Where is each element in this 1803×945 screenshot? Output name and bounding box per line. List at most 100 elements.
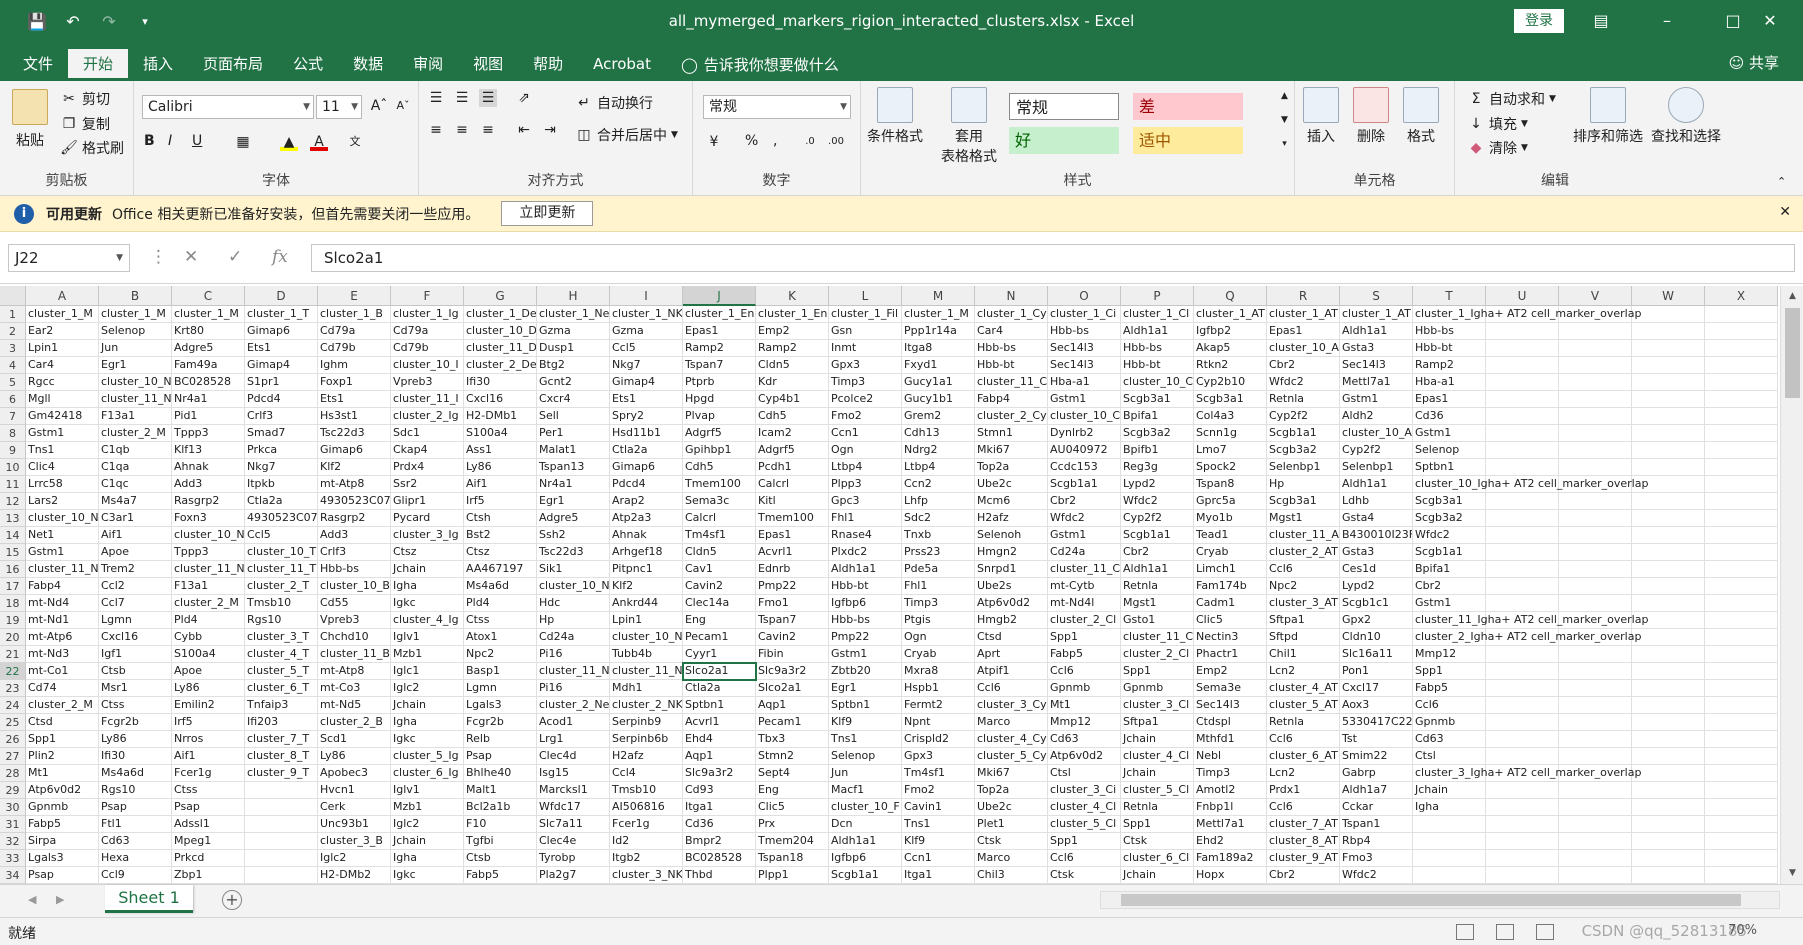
grid-cell-G6[interactable]: Cxcl16 xyxy=(464,391,537,408)
grid-cell-C8[interactable]: Tppp3 xyxy=(172,425,245,442)
grid-cell-C29[interactable]: Ctss xyxy=(172,782,245,799)
grid-cell-B20[interactable]: Cxcl16 xyxy=(99,629,172,646)
close-icon[interactable]: ✕ xyxy=(1737,0,1803,42)
grid-cell-P3[interactable]: Hbb-bs xyxy=(1121,340,1194,357)
grid-cell-Q26[interactable]: Mthfd1 xyxy=(1194,731,1267,748)
grid-cell-D19[interactable]: Rgs10 xyxy=(245,612,318,629)
grid-cell-H30[interactable]: Wfdc17 xyxy=(537,799,610,816)
grid-cell-G13[interactable]: Ctsh xyxy=(464,510,537,527)
grid-cell-I8[interactable]: Hsd11b1 xyxy=(610,425,683,442)
grid-cell-F19[interactable]: cluster_4_Ig xyxy=(391,612,464,629)
grid-cell-U22[interactable] xyxy=(1486,663,1559,680)
grid-cell-F14[interactable]: cluster_3_Ig xyxy=(391,527,464,544)
grid-cell-L11[interactable]: Plpp3 xyxy=(829,476,902,493)
column-header-N[interactable]: N xyxy=(975,286,1048,306)
grid-cell-R7[interactable]: Cyp2f2 xyxy=(1267,408,1340,425)
grid-cell-Q7[interactable]: Col4a3 xyxy=(1194,408,1267,425)
grid-cell-N20[interactable]: Ctsd xyxy=(975,629,1048,646)
row-header[interactable]: 3 xyxy=(0,340,26,357)
row-header[interactable]: 34 xyxy=(0,867,26,884)
grid-cell-E7[interactable]: Hs3st1 xyxy=(318,408,391,425)
grid-cell-E5[interactable]: Foxp1 xyxy=(318,374,391,391)
grid-cell-W5[interactable] xyxy=(1632,374,1705,391)
grid-cell-I6[interactable]: Ets1 xyxy=(610,391,683,408)
grid-cell-E26[interactable]: Scd1 xyxy=(318,731,391,748)
scroll-up-icon[interactable]: ▲ xyxy=(1785,289,1800,304)
grid-cell-H1[interactable]: cluster_1_Ne xyxy=(537,306,610,323)
grid-cell-H3[interactable]: Dusp1 xyxy=(537,340,610,357)
grid-cell-U9[interactable] xyxy=(1486,442,1559,459)
grid-cell-W2[interactable] xyxy=(1632,323,1705,340)
grid-cell-E16[interactable]: Hbb-bs xyxy=(318,561,391,578)
grid-cell-R19[interactable]: Sftpa1 xyxy=(1267,612,1340,629)
grid-cell-E11[interactable]: mt-Atp8 xyxy=(318,476,391,493)
grid-cell-S13[interactable]: Gsta4 xyxy=(1340,510,1413,527)
grid-cell-B2[interactable]: Selenop xyxy=(99,323,172,340)
grid-cell-C14[interactable]: cluster_10_N xyxy=(172,527,245,544)
scroll-down-icon[interactable]: ▼ xyxy=(1785,866,1800,881)
row-header[interactable]: 8 xyxy=(0,425,26,442)
grid-cell-U2[interactable] xyxy=(1486,323,1559,340)
grid-cell-M20[interactable]: Ogn xyxy=(902,629,975,646)
grid-cell-L33[interactable]: Igfbp6 xyxy=(829,850,902,867)
grid-cell-L34[interactable]: Scgb1a1 xyxy=(829,867,902,884)
grid-cell-W18[interactable] xyxy=(1632,595,1705,612)
grid-cell-S4[interactable]: Sec14l3 xyxy=(1340,357,1413,374)
grid-cell-J23[interactable]: Ctla2a xyxy=(683,680,756,697)
grid-cell-T27[interactable]: Ctsl xyxy=(1413,748,1486,765)
style-bad[interactable]: 差 xyxy=(1133,93,1243,120)
grid-cell-N2[interactable]: Car4 xyxy=(975,323,1048,340)
grid-cell-M28[interactable]: Tm4sf1 xyxy=(902,765,975,782)
grid-cell-T15[interactable]: Scgb1a1 xyxy=(1413,544,1486,561)
column-header-M[interactable]: M xyxy=(902,286,975,306)
grid-cell-C17[interactable]: F13a1 xyxy=(172,578,245,595)
grid-cell-P11[interactable]: Lypd2 xyxy=(1121,476,1194,493)
grid-cell-V23[interactable] xyxy=(1559,680,1632,697)
grid-cell-L15[interactable]: Plxdc2 xyxy=(829,544,902,561)
grid-cell-M26[interactable]: Crispld2 xyxy=(902,731,975,748)
grid-cell-F1[interactable]: cluster_1_Ig xyxy=(391,306,464,323)
grid-cell-U15[interactable] xyxy=(1486,544,1559,561)
grid-cell-W17[interactable] xyxy=(1632,578,1705,595)
grid-cell-A13[interactable]: cluster_10_N xyxy=(26,510,99,527)
grid-cell-P6[interactable]: Scgb3a1 xyxy=(1121,391,1194,408)
grid-cell-I18[interactable]: Ankrd44 xyxy=(610,595,683,612)
grid-cell-R17[interactable]: Npc2 xyxy=(1267,578,1340,595)
grid-cell-L28[interactable]: Jun xyxy=(829,765,902,782)
grid-cell-J27[interactable]: Aqp1 xyxy=(683,748,756,765)
grid-cell-V4[interactable] xyxy=(1559,357,1632,374)
increase-decimal-button[interactable]: .0 xyxy=(801,133,819,151)
grid-cell-G14[interactable]: Bst2 xyxy=(464,527,537,544)
grid-cell-G11[interactable]: Aif1 xyxy=(464,476,537,493)
grid-cell-D16[interactable]: cluster_11_T xyxy=(245,561,318,578)
grid-cell-A12[interactable]: Lars2 xyxy=(26,493,99,510)
grid-cell-C20[interactable]: Cybb xyxy=(172,629,245,646)
grid-cell-G1[interactable]: cluster_1_De xyxy=(464,306,537,323)
grid-cell-I16[interactable]: Pitpnc1 xyxy=(610,561,683,578)
grid-cell-P26[interactable]: Jchain xyxy=(1121,731,1194,748)
grid-cell-Q20[interactable]: Nectin3 xyxy=(1194,629,1267,646)
grid-cell-W14[interactable] xyxy=(1632,527,1705,544)
horizontal-scroll-thumb[interactable] xyxy=(1121,894,1741,906)
grid-cell-J3[interactable]: Ramp2 xyxy=(683,340,756,357)
grid-cell-M29[interactable]: Fmo2 xyxy=(902,782,975,799)
grid-cell-K19[interactable]: Tspan7 xyxy=(756,612,829,629)
grid-cell-U24[interactable] xyxy=(1486,697,1559,714)
grid-cell-F6[interactable]: cluster_11_I xyxy=(391,391,464,408)
grid-cell-S1[interactable]: cluster_1_AT xyxy=(1340,306,1413,323)
grid-cell-Q1[interactable]: cluster_1_AT xyxy=(1194,306,1267,323)
grid-cell-K13[interactable]: Tmem100 xyxy=(756,510,829,527)
cut-button[interactable]: ✂ 剪切 xyxy=(60,89,110,109)
grid-cell-D34[interactable] xyxy=(245,867,318,884)
grid-cell-F4[interactable]: cluster_10_I xyxy=(391,357,464,374)
grid-cell-U34[interactable] xyxy=(1486,867,1559,884)
grid-cell-I31[interactable]: Fcer1g xyxy=(610,816,683,833)
grid-cell-A5[interactable]: Rgcc xyxy=(26,374,99,391)
grid-cell-H18[interactable]: Hdc xyxy=(537,595,610,612)
grid-cell-Q28[interactable]: Timp3 xyxy=(1194,765,1267,782)
collapse-ribbon-icon[interactable]: ⌃ xyxy=(1777,175,1786,188)
grid-cell-O22[interactable]: Ccl6 xyxy=(1048,663,1121,680)
grid-cell-W13[interactable] xyxy=(1632,510,1705,527)
ribbon-display-icon[interactable]: ▤ xyxy=(1568,0,1634,42)
row-header[interactable]: 2 xyxy=(0,323,26,340)
